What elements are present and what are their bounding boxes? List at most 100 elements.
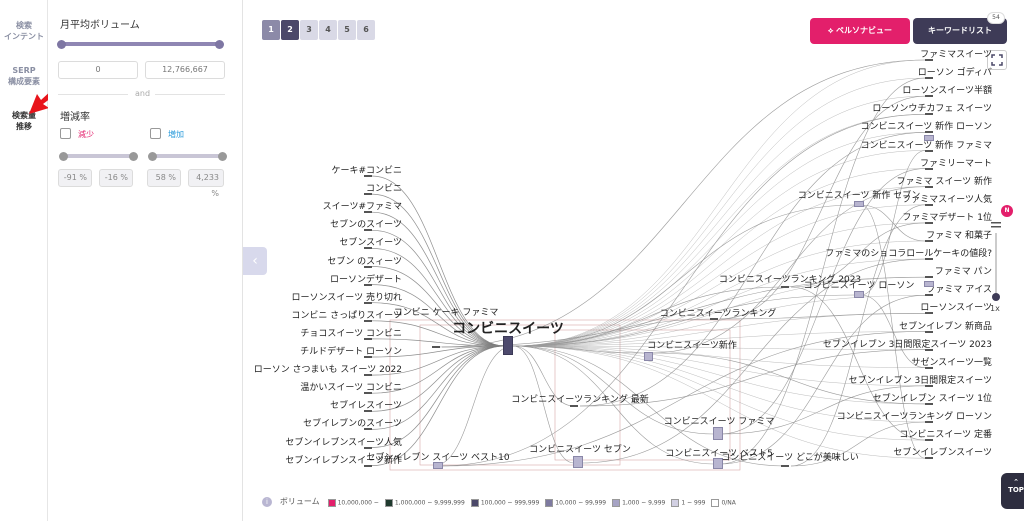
left-keyword-label[interactable]: コンビニ さっぱりスイーツ bbox=[291, 308, 402, 321]
legend-item: 1 ~ 999 bbox=[671, 498, 706, 507]
graph-node-marker bbox=[364, 265, 372, 268]
graph-node-marker bbox=[364, 247, 372, 250]
graph-node[interactable] bbox=[924, 135, 934, 141]
legend-label: 10,000 ~ 99,999 bbox=[555, 499, 607, 506]
graph-node-marker bbox=[925, 402, 933, 405]
graph-node-marker bbox=[925, 59, 933, 61]
graph-edge bbox=[512, 186, 926, 347]
graph-edge bbox=[441, 59, 926, 348]
page-button-3[interactable]: 3 bbox=[300, 20, 318, 40]
graph-node[interactable] bbox=[854, 291, 864, 298]
right-keyword-label[interactable]: セブンイレブンスイーツ bbox=[893, 445, 992, 458]
graph-node-marker bbox=[781, 286, 789, 288]
scroll-top-label: TOP bbox=[1008, 486, 1024, 494]
graph-node-marker bbox=[364, 428, 372, 431]
graph-node-marker bbox=[925, 421, 933, 423]
legend-item: 1,000 ~ 9,999 bbox=[612, 498, 665, 507]
graph-node-marker bbox=[925, 276, 933, 279]
graph-node-marker bbox=[925, 113, 933, 116]
info-icon: i bbox=[262, 497, 272, 507]
graph-node[interactable] bbox=[503, 336, 513, 355]
graph-node[interactable] bbox=[713, 427, 723, 440]
middle-keyword-label[interactable]: コンビニスイーツ セブン bbox=[529, 442, 631, 455]
graph-node-marker bbox=[364, 446, 372, 449]
middle-keyword-label[interactable]: コンビニスイーツランキング 最新 bbox=[511, 392, 648, 405]
left-keyword-label[interactable]: チョコスイーツ コンビニ bbox=[300, 326, 402, 339]
left-keyword-label[interactable]: セブンイレブンスイーツ人気 bbox=[285, 435, 402, 448]
left-keyword-label[interactable]: チルドデザート ローソン bbox=[300, 344, 402, 357]
legend-swatch bbox=[612, 498, 621, 507]
right-keyword-label[interactable]: セブンイレブン 3日間限定スイーツ 2023 bbox=[823, 337, 992, 350]
right-keyword-label[interactable]: ファミマスイーツ人気 bbox=[902, 192, 992, 205]
right-keyword-label[interactable]: ファミマのショコラロールケーキの値段? bbox=[825, 246, 992, 259]
legend-label: 1 ~ 999 bbox=[681, 499, 706, 506]
middle-keyword-label[interactable]: コンビニスイーツ ファミマ bbox=[664, 414, 775, 427]
right-keyword-label[interactable]: ファミマ 和菓子 bbox=[926, 228, 992, 241]
page-button-6[interactable]: 6 bbox=[357, 20, 375, 40]
legend-swatch bbox=[671, 498, 680, 507]
page-button-5[interactable]: 5 bbox=[338, 20, 356, 40]
graph-node-marker bbox=[925, 312, 933, 315]
graph-node-marker bbox=[925, 330, 933, 333]
graph-edges bbox=[371, 59, 926, 471]
right-keyword-label[interactable]: セブンイレブン 3日間限定スイーツ bbox=[849, 373, 992, 386]
graph-node[interactable] bbox=[854, 201, 864, 207]
legend-swatch bbox=[470, 498, 479, 507]
left-keyword-label[interactable]: スイーツ#ファミマ bbox=[323, 199, 402, 212]
keyword-count-badge: 54 bbox=[987, 12, 1005, 24]
right-keyword-label[interactable]: セブンイレブン 新商品 bbox=[899, 319, 992, 332]
right-keyword-label[interactable]: コンビニスイーツ 定番 bbox=[899, 427, 992, 440]
graph-node-marker bbox=[364, 301, 372, 304]
legend-label: 0/NA bbox=[721, 499, 736, 506]
graph-node[interactable] bbox=[573, 456, 583, 468]
legend-item: 10,000,000 ~ bbox=[327, 498, 379, 507]
center-keyword-label[interactable]: コンビニスイーツ bbox=[452, 318, 564, 338]
right-keyword-label[interactable]: ファミマ アイス bbox=[926, 282, 992, 295]
persona-view-button[interactable]: ⟡ ペルソナビュー bbox=[810, 18, 910, 44]
page-button-1[interactable]: 1 bbox=[262, 20, 280, 40]
right-keyword-label[interactable]: ファミマ スイーツ 新作 bbox=[896, 174, 992, 187]
right-keyword-label[interactable]: ファミマ パン bbox=[935, 264, 992, 277]
graph-node[interactable] bbox=[433, 462, 443, 469]
middle-keyword-label[interactable]: コンビニ ケーキ ファミマ bbox=[394, 305, 499, 318]
graph-edge bbox=[650, 186, 926, 354]
graph-node-marker bbox=[364, 211, 372, 214]
graph-node[interactable] bbox=[924, 281, 934, 287]
chevron-up-icon: ⌃ bbox=[1013, 478, 1019, 486]
left-keyword-label[interactable]: ローソン さつまいも スイーツ 2022 bbox=[254, 362, 402, 375]
scroll-top-button[interactable]: ⌃ TOP bbox=[1001, 473, 1024, 509]
left-keyword-label[interactable]: 温かいスイーツ コンビニ bbox=[300, 380, 402, 393]
legend-swatch bbox=[545, 498, 554, 507]
graph-node[interactable] bbox=[644, 352, 653, 361]
graph-node-marker bbox=[364, 193, 372, 196]
graph-node-marker bbox=[925, 221, 933, 224]
left-keyword-label[interactable]: セブイレブンのスイーツ bbox=[303, 416, 402, 429]
legend-item: 100,000 ~ 999,999 bbox=[470, 498, 539, 507]
zoom-slider-handle[interactable] bbox=[992, 293, 1000, 301]
middle-keyword-label[interactable]: コンビニスイーツ どこが美味しい bbox=[721, 450, 858, 463]
legend-swatch bbox=[384, 498, 393, 507]
right-keyword-label[interactable]: コンビニスイーツランキング ローソン bbox=[837, 409, 992, 422]
legend-item: 10,000 ~ 99,999 bbox=[545, 498, 607, 507]
right-keyword-label[interactable]: ローソンスイーツ半額 bbox=[902, 83, 992, 96]
page-button-4[interactable]: 4 bbox=[319, 20, 337, 40]
graph-node-marker bbox=[925, 258, 933, 261]
middle-keyword-label[interactable]: コンビニスイーツ新作 bbox=[647, 338, 737, 351]
graph-node-marker bbox=[364, 464, 372, 467]
middle-keyword-label[interactable]: コンビニスイーツ ローソン bbox=[804, 278, 915, 291]
graph-node-marker bbox=[925, 95, 933, 98]
page-button-2[interactable]: 2 bbox=[281, 20, 299, 40]
right-keyword-label[interactable]: ファミマデザート 1位 bbox=[902, 210, 992, 223]
graph-node-marker bbox=[364, 374, 372, 377]
collapse-panel-button[interactable]: ‹ bbox=[243, 247, 267, 275]
left-keyword-label[interactable]: ローソンスイーツ 売り切れ bbox=[291, 290, 402, 303]
legend-label: 10,000,000 ~ bbox=[337, 499, 379, 506]
legend: i ボリューム 10,000,000 ~ 1,000,000 ~ 9,999,99… bbox=[262, 496, 742, 510]
graph-node-marker bbox=[710, 318, 718, 320]
right-keyword-label[interactable]: サゼンスイーツ一覧 bbox=[911, 355, 992, 368]
middle-keyword-label[interactable]: コンビニスイーツランキング bbox=[660, 306, 777, 319]
graph-node-marker bbox=[925, 384, 933, 387]
graph-node-marker bbox=[925, 348, 933, 351]
graph-node-marker bbox=[364, 175, 372, 177]
graph-node-marker bbox=[925, 240, 933, 242]
